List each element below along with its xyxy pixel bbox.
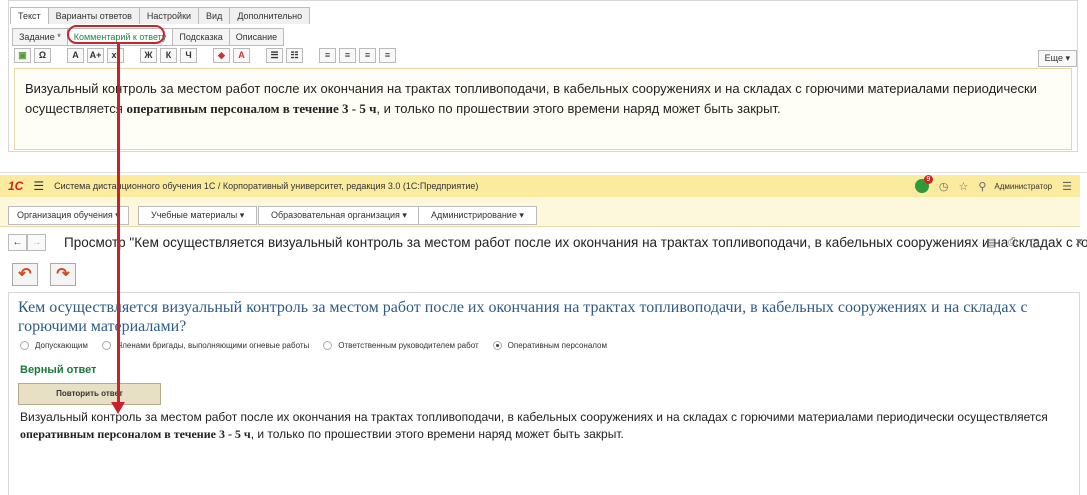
menu-edu-org[interactable]: Образовательная организация ▾ [258, 206, 420, 225]
comment-editor[interactable]: Визуальный контроль за местом работ посл… [14, 68, 1072, 150]
option-label: Оперативным персоналом [507, 341, 607, 350]
tab-text[interactable]: Текст [10, 7, 49, 24]
annotation-arrow-head [111, 402, 125, 414]
radio-icon[interactable] [101, 341, 111, 350]
underline-icon[interactable]: Ч [180, 48, 197, 63]
radio-icon[interactable] [20, 341, 29, 350]
format-toolbar: ▣ Ω A A+ x² Ж К Ч ◆ A ☰ ☷ ≡ ≡ ≡ ≡ [14, 48, 396, 63]
question-text: Кем осуществляется визуальный контроль з… [18, 299, 1028, 335]
star-icon[interactable]: ☆ [958, 180, 968, 193]
back-icon[interactable]: ← [8, 234, 27, 251]
editor-tabs: Текст Варианты ответов Настройки Вид Доп… [10, 7, 311, 24]
tab-extra[interactable]: Дополнительно [229, 7, 311, 24]
bullet-list-icon[interactable]: ☰ [266, 48, 283, 63]
radio-selected-icon[interactable] [492, 341, 502, 350]
close-icon[interactable]: ✕ [1075, 236, 1084, 249]
tab-settings[interactable]: Настройки [138, 7, 200, 24]
subtab-task[interactable]: Задание * [12, 28, 68, 46]
notification-count: 9 [923, 175, 933, 184]
settings-menu-icon[interactable]: ☰ [1062, 180, 1072, 193]
superscript-icon[interactable]: x² [107, 48, 124, 63]
option-label: Допускающим [35, 341, 88, 350]
more-vert-icon[interactable]: ⋮ [1052, 236, 1063, 249]
option-label: Ответственным руководителем работ [338, 341, 479, 350]
subtab-description[interactable]: Описание [228, 28, 285, 46]
page-title: Просмотр "Кем осуществляется визуальный … [64, 235, 1087, 250]
user-name[interactable]: Администратор [994, 182, 1052, 191]
italic-icon[interactable]: К [160, 48, 177, 63]
option-1[interactable]: Членами бригады, выполняющими огневые ра… [101, 341, 310, 350]
text-color-icon[interactable]: A [233, 48, 250, 63]
font-size-icon[interactable]: A [67, 48, 84, 63]
comment-text-bold: оперативным персоналом в течение 3 - 5 ч [20, 427, 251, 441]
redo-icon[interactable]: ↷ [50, 263, 76, 286]
history-nav: ← → [8, 234, 46, 251]
editor-text-bold: оперативным персоналом в течение 3 - 5 ч [126, 101, 377, 116]
answer-comment: Визуальный контроль за местом работ посл… [20, 409, 1070, 443]
window-actions: ▤ ⎙ ▢ ⋮ ✕ [986, 236, 1084, 249]
tab-answers[interactable]: Варианты ответов [47, 7, 140, 24]
numbered-list-icon[interactable]: ☷ [286, 48, 303, 63]
align-left-icon[interactable]: ≡ [319, 48, 336, 63]
answer-options: Допускающим Членами бригады, выполняющим… [20, 341, 607, 350]
radio-icon[interactable] [323, 341, 333, 350]
menu-admin[interactable]: Администрирование ▾ [418, 206, 537, 225]
forward-icon[interactable]: → [27, 234, 46, 251]
print-icon[interactable]: ⎙ [1008, 236, 1017, 249]
comment-text: Визуальный контроль за местом работ посл… [20, 410, 1048, 424]
title-bar: 1С ☰ Система дистанционного обучения 1С … [0, 175, 1080, 197]
tab-view[interactable]: Вид [198, 7, 231, 24]
option-2[interactable]: Ответственным руководителем работ [323, 341, 479, 350]
align-right-icon[interactable]: ≡ [359, 48, 376, 63]
fill-color-icon[interactable]: ◆ [213, 48, 230, 63]
history-icon[interactable]: ◷ [939, 180, 949, 193]
editor-text-end: , и только по прошествии этого времени н… [376, 101, 781, 116]
align-center-icon[interactable]: ≡ [339, 48, 356, 63]
preview-icon[interactable]: ▢ [1029, 236, 1039, 249]
align-justify-icon[interactable]: ≡ [379, 48, 396, 63]
correct-answer-label: Верный ответ [20, 364, 97, 376]
search-icon[interactable]: ⚲ [978, 180, 986, 193]
menu-icon[interactable]: ☰ [33, 179, 44, 193]
more-button[interactable]: Еще ▾ [1037, 50, 1077, 67]
menu-learning-org[interactable]: Организация обучения ▾ [8, 206, 129, 225]
image-icon[interactable]: ▣ [14, 48, 31, 63]
omega-icon[interactable]: Ω [34, 48, 51, 63]
undo-icon[interactable]: ↶ [12, 263, 38, 286]
option-3[interactable]: Оперативным персоналом [492, 341, 607, 350]
bold-icon[interactable]: Ж [140, 48, 157, 63]
highlight-ellipse [67, 25, 165, 44]
annotation-arrow-line [117, 43, 120, 405]
notifications-icon[interactable]: 9 [914, 175, 933, 193]
option-label: Членами бригады, выполняющими огневые ра… [116, 341, 310, 350]
option-0[interactable]: Допускающим [20, 341, 88, 350]
save-icon[interactable]: ▤ [986, 236, 996, 249]
logo-1c: 1С [8, 179, 24, 193]
repeat-answer-button[interactable]: Повторить ответ [18, 383, 161, 405]
subtab-hint[interactable]: Подсказка [172, 28, 230, 46]
font-grow-icon[interactable]: A+ [87, 48, 104, 63]
menu-materials[interactable]: Учебные материалы ▾ [138, 206, 258, 225]
comment-text-end: , и только по прошествии этого времени н… [250, 427, 624, 441]
